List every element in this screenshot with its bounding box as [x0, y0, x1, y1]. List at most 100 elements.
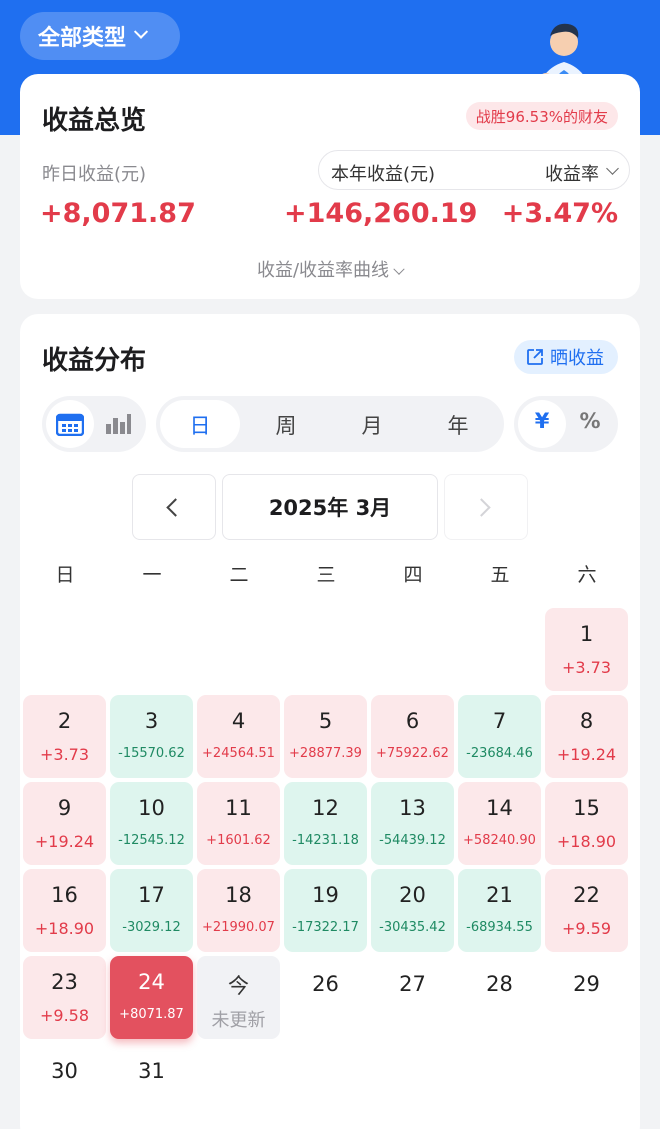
- calendar-day-cell[interactable]: 29: [545, 956, 628, 1039]
- day-number: 18: [225, 883, 252, 907]
- day-amount: +18.90: [556, 832, 617, 851]
- calendar-day-cell[interactable]: 22 +9.59: [545, 869, 628, 952]
- calendar-day-cell[interactable]: 20 -30435.42: [371, 869, 454, 952]
- calendar-day-cell[interactable]: 4 +24564.51: [197, 695, 280, 778]
- overview-title: 收益总览: [42, 106, 147, 136]
- type-select-dropdown[interactable]: 全部类型: [20, 12, 180, 60]
- day-number: 27: [399, 972, 426, 996]
- chevron-down-icon: [133, 24, 149, 39]
- day-amount: +28877.39: [289, 746, 362, 761]
- bar-chart-icon[interactable]: [104, 412, 132, 436]
- period-tabs: 日 周 月 年: [156, 396, 504, 452]
- distribution-card: 收益分布 晒收益 日 周 月 年 ¥ % 2025年 3月 日 一 二 三 四 …: [20, 314, 640, 1129]
- yesterday-label: 昨日收益(元): [42, 164, 147, 185]
- calendar-icon[interactable]: [56, 412, 84, 436]
- calendar-day-cell[interactable]: 12 -14231.18: [284, 782, 367, 865]
- unit-percent[interactable]: %: [570, 409, 610, 433]
- tab-week[interactable]: 周: [266, 410, 306, 440]
- weekday-label: 六: [577, 564, 597, 586]
- chevron-left-icon: [166, 498, 185, 517]
- calendar-day-cell[interactable]: 18 +21990.07: [197, 869, 280, 952]
- calendar-day-cell[interactable]: 16 +18.90: [23, 869, 106, 952]
- calendar-day-cell[interactable]: 17 -3029.12: [110, 869, 193, 952]
- chevron-down-icon: [393, 263, 405, 275]
- day-number: 19: [312, 883, 339, 907]
- calendar-day-cell[interactable]: 5 +28877.39: [284, 695, 367, 778]
- calendar-day-cell[interactable]: 31: [110, 1043, 193, 1126]
- tab-year[interactable]: 年: [438, 410, 478, 440]
- day-number: 10: [138, 796, 165, 820]
- calendar-day-cell[interactable]: 21 -68934.55: [458, 869, 541, 952]
- calendar-day-cell[interactable]: 26: [284, 956, 367, 1039]
- curve-toggle-link[interactable]: 收益/收益率曲线: [20, 256, 640, 282]
- calendar-day-cell[interactable]: 3 -15570.62: [110, 695, 193, 778]
- day-number: 6: [405, 709, 420, 733]
- share-icon: [527, 349, 543, 365]
- day-amount: -23684.46: [466, 746, 533, 761]
- day-number: 24: [138, 970, 165, 994]
- overview-card: 收益总览 战胜96.53%的财友 昨日收益(元) 本年收益(元) 收益率 +8,…: [20, 74, 640, 299]
- calendar-day-cell[interactable]: 6 +75922.62: [371, 695, 454, 778]
- day-number: 今: [228, 974, 249, 998]
- next-month-button[interactable]: [444, 474, 528, 540]
- day-number: 22: [573, 883, 600, 907]
- day-amount: -30435.42: [379, 920, 446, 935]
- day-amount: -14231.18: [292, 833, 359, 848]
- share-label: 晒收益: [550, 348, 604, 369]
- day-amount: +18.90: [34, 919, 95, 938]
- day-amount: -12545.12: [118, 833, 185, 848]
- unit-toggle: ¥ %: [514, 396, 618, 452]
- day-amount: -15570.62: [118, 746, 185, 761]
- view-toggle: [42, 396, 146, 452]
- month-label: 2025年 3月: [222, 474, 438, 540]
- day-number: 5: [318, 709, 333, 733]
- day-number: 7: [492, 709, 507, 733]
- day-amount: -54439.12: [379, 833, 446, 848]
- weekday-label: 二: [229, 564, 249, 586]
- day-amount: +21990.07: [202, 920, 275, 935]
- calendar-day-cell[interactable]: 1 +3.73: [545, 608, 628, 691]
- calendar-day-cell[interactable]: 24 +8071.87: [110, 956, 193, 1039]
- chevron-down-icon: [606, 162, 619, 175]
- yesterday-value: +8,071.87: [40, 198, 196, 229]
- year-rate-selector[interactable]: 本年收益(元) 收益率: [318, 150, 630, 190]
- calendar-day-cell[interactable]: 9 +19.24: [23, 782, 106, 865]
- calendar-day-cell[interactable]: 28: [458, 956, 541, 1039]
- day-amount: +3.73: [561, 658, 612, 677]
- calendar-day-cell[interactable]: 30: [23, 1043, 106, 1126]
- day-number: 12: [312, 796, 339, 820]
- share-earnings-button[interactable]: 晒收益: [514, 340, 618, 374]
- weekday-label: 一: [142, 564, 162, 586]
- day-number: 30: [51, 1059, 78, 1083]
- calendar-day-cell[interactable]: 8 +19.24: [545, 695, 628, 778]
- calendar-day-cell[interactable]: 14 +58240.90: [458, 782, 541, 865]
- unit-yuan[interactable]: ¥: [522, 409, 562, 433]
- day-number: 8: [579, 709, 594, 733]
- day-number: 14: [486, 796, 513, 820]
- rank-badge: 战胜96.53%的财友: [465, 102, 618, 130]
- calendar-day-cell[interactable]: 15 +18.90: [545, 782, 628, 865]
- calendar-day-cell[interactable]: 7 -23684.46: [458, 695, 541, 778]
- rate-label: 收益率: [545, 164, 599, 185]
- calendar-day-cell[interactable]: 2 +3.73: [23, 695, 106, 778]
- day-amount: 未更新: [211, 1010, 266, 1031]
- day-amount: +9.58: [39, 1006, 90, 1025]
- tab-day[interactable]: 日: [180, 410, 220, 440]
- calendar-day-cell[interactable]: 27: [371, 956, 454, 1039]
- day-amount: +1601.62: [206, 833, 271, 848]
- day-amount: +19.24: [556, 745, 617, 764]
- day-number: 29: [573, 972, 600, 996]
- prev-month-button[interactable]: [132, 474, 216, 540]
- distribution-title: 收益分布: [42, 346, 147, 376]
- calendar-day-cell[interactable]: 13 -54439.12: [371, 782, 454, 865]
- day-number: 3: [144, 709, 159, 733]
- day-number: 13: [399, 796, 426, 820]
- tab-month[interactable]: 月: [352, 410, 392, 440]
- day-number: 31: [138, 1059, 165, 1083]
- calendar-day-cell[interactable]: 今未更新: [197, 956, 280, 1039]
- calendar-day-cell[interactable]: 19 -17322.17: [284, 869, 367, 952]
- weekday-label: 日: [55, 564, 75, 586]
- calendar-day-cell[interactable]: 10 -12545.12: [110, 782, 193, 865]
- calendar-day-cell[interactable]: 23 +9.58: [23, 956, 106, 1039]
- calendar-day-cell[interactable]: 11 +1601.62: [197, 782, 280, 865]
